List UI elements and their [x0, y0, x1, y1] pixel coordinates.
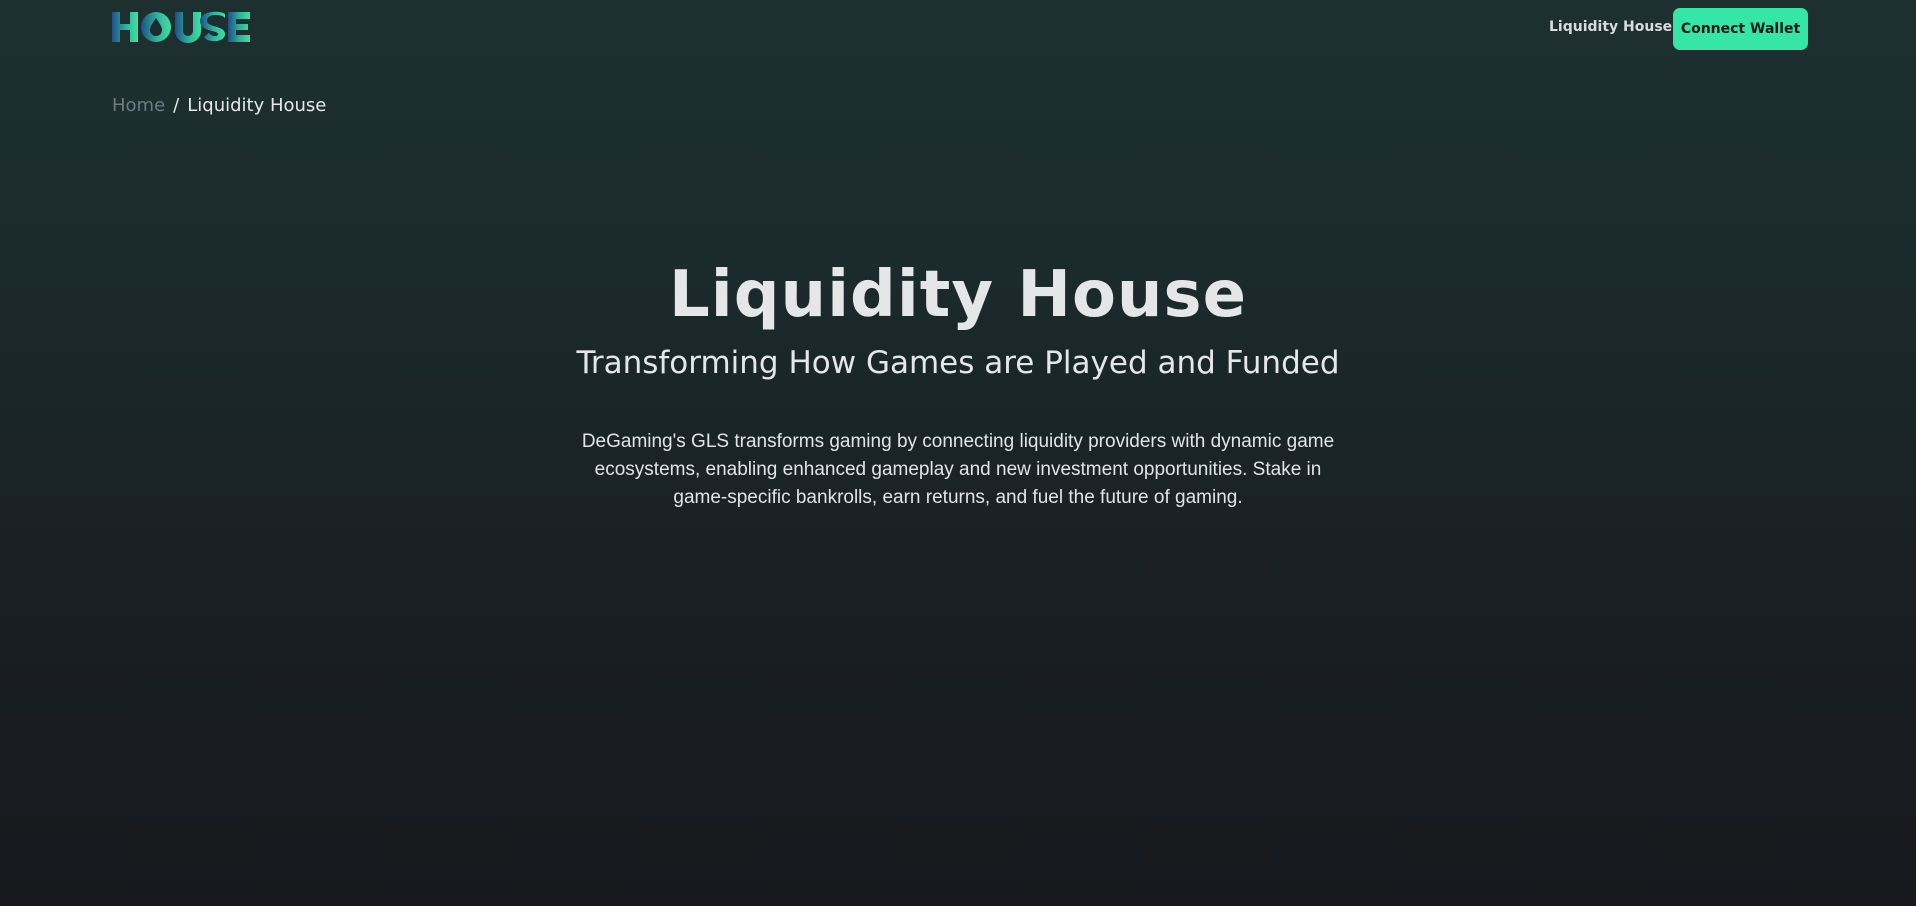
hero-description: DeGaming's GLS transforms gaming by conn… [581, 431, 1335, 508]
page-title: Liquidity House [669, 258, 1247, 332]
page-subtitle: Transforming How Games are Played and Fu… [576, 345, 1340, 381]
breadcrumb: Home / Liquidity House [112, 95, 326, 116]
top-navigation-bar: Liquidity House Connect Wallet [0, 0, 1916, 58]
breadcrumb-home-link[interactable]: Home [112, 95, 165, 116]
house-logo[interactable] [112, 9, 250, 49]
house-logo-graphic [112, 11, 250, 43]
connect-wallet-button[interactable]: Connect Wallet [1673, 8, 1808, 50]
breadcrumb-separator: / [173, 95, 180, 116]
hero-section: Liquidity House Transforming How Games a… [0, 250, 1916, 512]
breadcrumb-current-page: Liquidity House [187, 95, 327, 116]
nav-link-liquidity-house[interactable]: Liquidity House [1549, 19, 1672, 35]
